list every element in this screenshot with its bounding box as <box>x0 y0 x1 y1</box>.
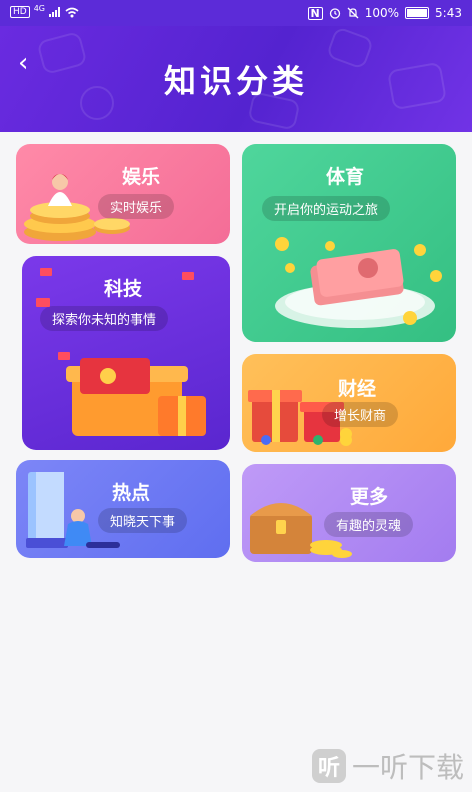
category-card-technology[interactable]: 科技 探索你未知的事情 <box>22 256 230 450</box>
technology-illustration <box>36 268 206 436</box>
category-subtitle: 增长财商 <box>322 402 399 427</box>
category-title: 娱乐 <box>122 166 161 188</box>
page-title: 知识分类 <box>163 62 308 100</box>
category-subtitle: 实时娱乐 <box>98 194 175 219</box>
page-header: ‹ 知识分类 <box>0 26 472 132</box>
watermark: 听 一听下载 <box>311 746 464 786</box>
status-bar: HD 4G N 100% 5:43 <box>0 0 472 26</box>
category-title: 体育 <box>326 166 365 188</box>
watermark-logo: 听 <box>311 749 346 783</box>
network-type: 4G <box>33 3 45 13</box>
alarm-icon <box>329 8 340 19</box>
sports-illustration <box>275 237 442 328</box>
category-title: 热点 <box>112 482 151 504</box>
mute-icon <box>347 7 359 19</box>
watermark-text: 一听下载 <box>351 751 464 784</box>
category-subtitle: 开启你的运动之旅 <box>262 196 391 221</box>
nfc-icon: N <box>307 6 323 20</box>
signal-icon <box>49 7 61 17</box>
wifi-icon <box>65 7 79 17</box>
category-title: 财经 <box>338 378 377 400</box>
battery-icon <box>405 7 430 19</box>
category-card-hot[interactable]: 热点 知晓天下事 <box>16 460 230 558</box>
category-card-more[interactable]: 更多 有趣的灵魂 <box>242 464 456 562</box>
battery-percent: 100% <box>364 6 400 20</box>
category-card-finance[interactable]: 财经 增长财商 <box>242 354 456 452</box>
category-title: 更多 <box>350 486 389 508</box>
hd-badge: HD <box>10 6 30 18</box>
category-card-entertainment[interactable]: 娱乐 实时娱乐 <box>16 144 230 244</box>
category-card-sports[interactable]: 体育 开启你的运动之旅 <box>242 144 456 342</box>
category-subtitle: 有趣的灵魂 <box>324 512 414 537</box>
category-subtitle: 知晓天下事 <box>98 508 188 533</box>
clock: 5:43 <box>435 6 462 20</box>
